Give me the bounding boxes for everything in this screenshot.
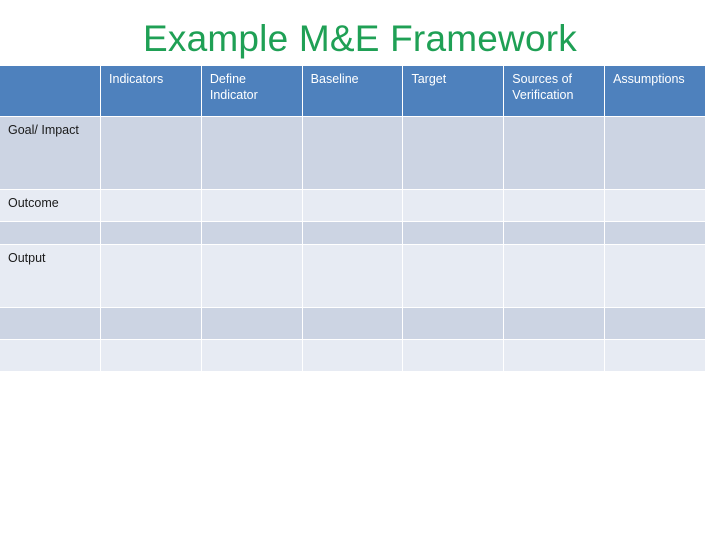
table-row: Outcome [0, 190, 706, 222]
cell-outcome-assumptions[interactable] [605, 190, 706, 222]
cell-blank2-define-indicator[interactable] [201, 308, 303, 340]
cell-blank3-sources-of-verification[interactable] [504, 340, 606, 372]
cell-blank3-indicators[interactable] [101, 340, 202, 372]
column-header-indicators: Indicators [101, 66, 202, 117]
cell-goal-indicators[interactable] [101, 117, 202, 190]
cell-blank2-target[interactable] [403, 308, 505, 340]
cell-blank2-baseline[interactable] [302, 308, 404, 340]
column-header-define-indicator: Define Indicator [201, 66, 303, 117]
cell-output-assumptions[interactable] [605, 245, 706, 308]
table-row [0, 340, 706, 372]
cell-output-target[interactable] [403, 245, 505, 308]
table-header-row: Indicators Define Indicator Baseline Tar… [0, 66, 706, 117]
cell-blank1-define-indicator[interactable] [201, 222, 303, 245]
row-label-goal-impact: Goal/ Impact [0, 117, 102, 190]
cell-outcome-baseline[interactable] [302, 190, 404, 222]
row-label-blank-1 [0, 222, 102, 245]
row-label-outcome: Outcome [0, 190, 102, 222]
cell-blank2-sources-of-verification[interactable] [504, 308, 606, 340]
cell-goal-define-indicator[interactable] [201, 117, 303, 190]
cell-output-baseline[interactable] [302, 245, 404, 308]
cell-blank1-assumptions[interactable] [605, 222, 706, 245]
cell-blank2-assumptions[interactable] [605, 308, 706, 340]
mne-framework-table: Indicators Define Indicator Baseline Tar… [0, 66, 706, 372]
cell-blank3-target[interactable] [403, 340, 505, 372]
table-row: Output [0, 245, 706, 308]
table-row: Goal/ Impact [0, 117, 706, 190]
page-title: Example M&E Framework [143, 18, 577, 59]
cell-output-define-indicator[interactable] [201, 245, 303, 308]
row-label-output: Output [0, 245, 102, 308]
cell-blank1-target[interactable] [403, 222, 505, 245]
row-label-blank-3 [0, 340, 102, 372]
cell-outcome-target[interactable] [403, 190, 505, 222]
row-label-blank-2 [0, 308, 102, 340]
cell-outcome-define-indicator[interactable] [201, 190, 303, 222]
cell-goal-assumptions[interactable] [605, 117, 706, 190]
cell-output-indicators[interactable] [101, 245, 202, 308]
column-header-target: Target [403, 66, 505, 117]
cell-blank1-baseline[interactable] [302, 222, 404, 245]
cell-blank3-assumptions[interactable] [605, 340, 706, 372]
column-header-sources-of-verification: Sources of Verification [504, 66, 606, 117]
cell-blank1-sources-of-verification[interactable] [504, 222, 606, 245]
cell-blank3-baseline[interactable] [302, 340, 404, 372]
cell-blank3-define-indicator[interactable] [201, 340, 303, 372]
column-header-baseline: Baseline [302, 66, 404, 117]
cell-blank2-indicators[interactable] [101, 308, 202, 340]
table-row [0, 308, 706, 340]
cell-goal-sources-of-verification[interactable] [504, 117, 606, 190]
cell-outcome-sources-of-verification[interactable] [504, 190, 606, 222]
cell-outcome-indicators[interactable] [101, 190, 202, 222]
column-header-rowlabel [0, 66, 102, 117]
cell-goal-baseline[interactable] [302, 117, 404, 190]
column-header-assumptions: Assumptions [605, 66, 706, 117]
cell-blank1-indicators[interactable] [101, 222, 202, 245]
table-row [0, 222, 706, 245]
cell-goal-target[interactable] [403, 117, 505, 190]
cell-output-sources-of-verification[interactable] [504, 245, 606, 308]
slide-canvas: Example M&E Framework Indicators Define … [0, 0, 720, 540]
